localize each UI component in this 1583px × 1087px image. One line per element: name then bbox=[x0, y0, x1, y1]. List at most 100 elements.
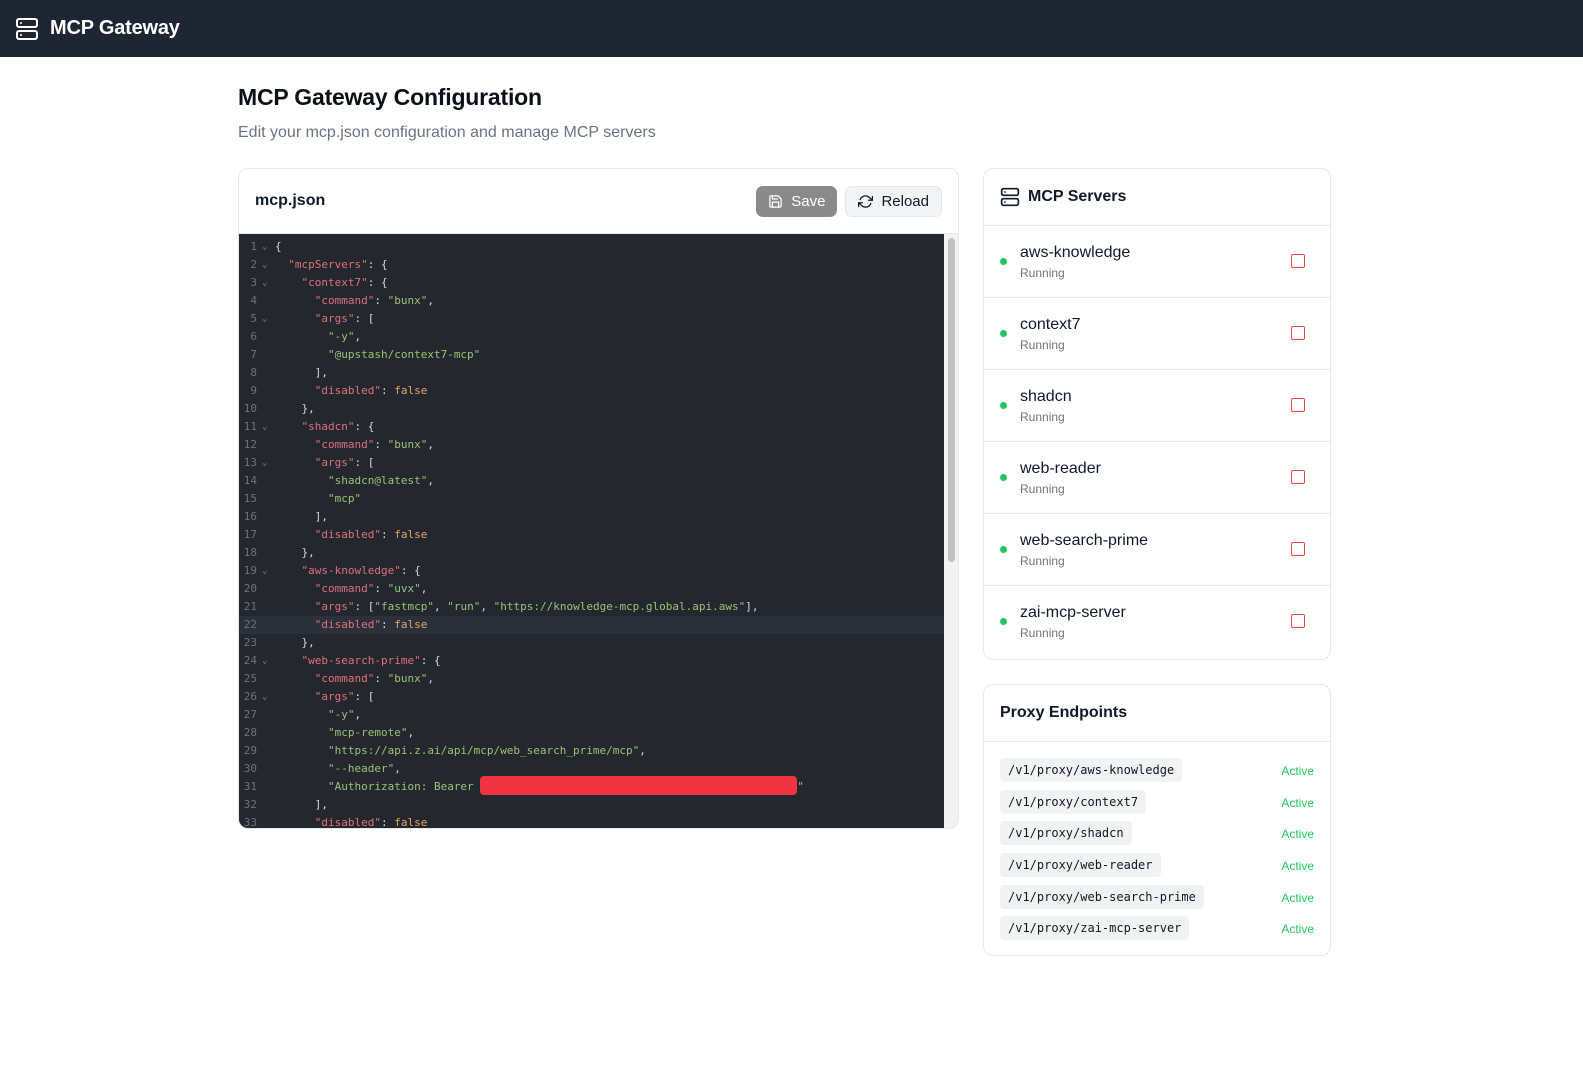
code-token: "mcpServers" bbox=[288, 258, 368, 271]
editor-scrollbar[interactable] bbox=[944, 234, 958, 828]
code-line[interactable]: 25 "command": "bunx", bbox=[239, 670, 944, 688]
code-line[interactable]: 16 ], bbox=[239, 508, 944, 526]
code-text: "-y", bbox=[275, 706, 361, 724]
code-text: "Authorization: Bearer " bbox=[275, 776, 804, 796]
code-line[interactable]: 12 "command": "bunx", bbox=[239, 436, 944, 454]
code-token: false bbox=[394, 816, 428, 829]
code-token: "-y" bbox=[327, 330, 355, 343]
code-line[interactable]: 18 }, bbox=[239, 544, 944, 562]
save-icon bbox=[769, 194, 782, 208]
code-line[interactable]: 1 ⌄ { bbox=[239, 238, 944, 256]
status-dot-icon bbox=[1000, 546, 1007, 553]
code-token: "command" bbox=[314, 672, 375, 685]
code-line[interactable]: 15 "mcp" bbox=[239, 490, 944, 508]
code-line[interactable]: 6 "-y", bbox=[239, 328, 944, 346]
server-row: zai-mcp-server Running bbox=[984, 586, 1330, 658]
proxy-endpoints-card: Proxy Endpoints /v1/proxy/aws-knowledge A… bbox=[983, 684, 1331, 956]
code-token: ], bbox=[275, 798, 328, 811]
server-status: Running bbox=[1020, 266, 1065, 280]
code-line[interactable]: 14 "shadcn@latest", bbox=[239, 472, 944, 490]
line-number: 10 bbox=[243, 402, 257, 415]
code-token: : { bbox=[420, 654, 441, 667]
code-text: { bbox=[275, 238, 282, 256]
fold-chevron-icon[interactable]: ⌄ bbox=[262, 310, 267, 328]
reload-button[interactable]: Reload bbox=[845, 185, 942, 217]
code-line[interactable]: 33 "disabled": false bbox=[239, 814, 944, 829]
fold-chevron-icon[interactable]: ⌄ bbox=[262, 454, 267, 472]
save-button[interactable]: Save bbox=[756, 185, 838, 217]
line-number: 12 bbox=[243, 438, 257, 451]
code-line[interactable]: 7 "@upstash/context7-mcp" bbox=[239, 346, 944, 364]
server-name: zai-mcp-server bbox=[1020, 604, 1126, 621]
code-text: "command": "bunx", bbox=[275, 436, 434, 454]
stop-server-button[interactable] bbox=[1291, 398, 1305, 412]
stop-server-button[interactable] bbox=[1291, 542, 1305, 556]
save-button-label: Save bbox=[791, 192, 826, 210]
app-title: MCP Gateway bbox=[50, 17, 180, 39]
code-line[interactable]: 19 ⌄ "aws-knowledge": { bbox=[239, 562, 944, 580]
fold-chevron-icon[interactable]: ⌄ bbox=[262, 562, 267, 580]
code-text: "context7": { bbox=[275, 274, 388, 292]
code-line[interactable]: 26 ⌄ "args": [ bbox=[239, 688, 944, 706]
status-dot-icon bbox=[1000, 258, 1007, 265]
code-editor[interactable]: 1 ⌄{2 ⌄ "mcpServers": {3 ⌄ "context7": {4 "… bbox=[239, 234, 944, 829]
code-line[interactable]: 27 "-y", bbox=[239, 706, 944, 724]
code-text: "args": [ bbox=[275, 688, 375, 706]
code-line[interactable]: 4 "command": "bunx", bbox=[239, 292, 944, 310]
code-token: "command" bbox=[314, 438, 375, 451]
code-token: : bbox=[380, 816, 395, 829]
fold-chevron-icon[interactable]: ⌄ bbox=[262, 274, 267, 292]
code-text: "mcp" bbox=[275, 490, 361, 508]
code-token: " bbox=[797, 780, 804, 793]
stop-server-button[interactable] bbox=[1291, 254, 1305, 268]
server-status: Running bbox=[1020, 626, 1065, 640]
code-text: "@upstash/context7-mcp" bbox=[275, 346, 480, 364]
code-text: "command": "bunx", bbox=[275, 670, 434, 688]
code-line[interactable]: 29 "https://api.z.ai/api/mcp/web_search_… bbox=[239, 742, 944, 760]
reload-button-label: Reload bbox=[881, 192, 929, 210]
code-line[interactable]: 22 "disabled": false bbox=[239, 616, 944, 634]
code-line[interactable]: 11 ⌄ "shadcn": { bbox=[239, 418, 944, 436]
fold-chevron-icon[interactable]: ⌄ bbox=[262, 688, 267, 706]
code-line[interactable]: 32 ], bbox=[239, 796, 944, 814]
code-token: "shadcn" bbox=[301, 420, 355, 433]
code-line[interactable]: 24 ⌄ "web-search-prime": { bbox=[239, 652, 944, 670]
stop-server-button[interactable] bbox=[1291, 470, 1305, 484]
page-title: MCP Gateway Configuration bbox=[238, 84, 542, 110]
fold-chevron-icon[interactable]: ⌄ bbox=[262, 238, 267, 256]
code-line[interactable]: 5 ⌄ "args": [ bbox=[239, 310, 944, 328]
code-line[interactable]: 10 }, bbox=[239, 400, 944, 418]
fold-chevron-icon[interactable]: ⌄ bbox=[262, 418, 267, 436]
editor-scrollbar-thumb[interactable] bbox=[948, 238, 955, 562]
code-line[interactable]: 13 ⌄ "args": [ bbox=[239, 454, 944, 472]
code-token: , bbox=[427, 474, 434, 487]
code-line[interactable]: 31 "Authorization: Bearer " bbox=[239, 776, 944, 796]
code-line[interactable]: 23 }, bbox=[239, 634, 944, 652]
code-line[interactable]: 20 "command": "uvx", bbox=[239, 580, 944, 598]
code-text: "args": [ bbox=[275, 454, 375, 472]
code-line[interactable]: 2 ⌄ "mcpServers": { bbox=[239, 256, 944, 274]
line-number: 19 bbox=[243, 564, 257, 577]
code-line[interactable]: 21 "args": ["fastmcp", "run", "https://k… bbox=[239, 598, 944, 616]
fold-chevron-icon[interactable]: ⌄ bbox=[262, 652, 267, 670]
code-text: "shadcn@latest", bbox=[275, 472, 434, 490]
stop-server-button[interactable] bbox=[1291, 326, 1305, 340]
status-dot-icon bbox=[1000, 618, 1007, 625]
code-line[interactable]: 3 ⌄ "context7": { bbox=[239, 274, 944, 292]
code-line[interactable]: 17 "disabled": false bbox=[239, 526, 944, 544]
code-line[interactable]: 8 ], bbox=[239, 364, 944, 382]
stop-server-button[interactable] bbox=[1291, 614, 1305, 628]
server-name: aws-knowledge bbox=[1020, 244, 1131, 261]
code-line[interactable]: 9 "disabled": false bbox=[239, 382, 944, 400]
endpoint-status-badge: Active bbox=[1281, 795, 1314, 810]
line-number: 18 bbox=[243, 546, 257, 559]
fold-chevron-icon[interactable]: ⌄ bbox=[262, 256, 267, 274]
code-line[interactable]: 28 "mcp-remote", bbox=[239, 724, 944, 742]
